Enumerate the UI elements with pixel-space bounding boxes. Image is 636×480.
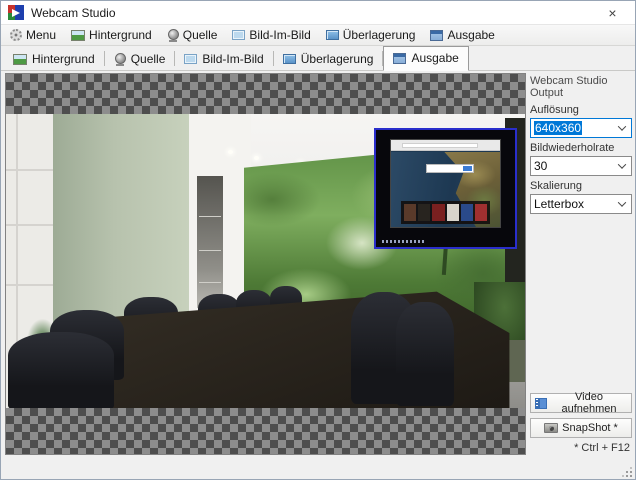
webcam-icon (167, 28, 179, 42)
tab-ausgabe-active[interactable]: Ausgabe (383, 46, 469, 71)
picture-in-picture-icon (232, 30, 246, 40)
record-video-label: Video aufnehmen (561, 391, 617, 415)
chevron-down-icon[interactable] (617, 198, 627, 207)
scaling-label: Skalierung (530, 180, 582, 192)
pip-overlay[interactable] (374, 128, 517, 249)
scene-chair (396, 302, 454, 406)
app-window: Webcam Studio × Menu Hintergrund Quelle … (0, 0, 636, 480)
gear-icon (10, 29, 22, 41)
tab-quelle[interactable]: Quelle (105, 48, 175, 70)
panel-title: Webcam Studio Output (530, 75, 608, 99)
tab-bild-im-bild[interactable]: Bild-Im-Bild (175, 48, 272, 70)
resolution-value: 640x360 (534, 121, 583, 135)
tabbar: Hintergrund Quelle Bild-Im-Bild Überlage… (1, 46, 635, 71)
main-area: Webcam Studio Output Auflösung 640x360 B… (1, 71, 635, 479)
pip-tile-row (400, 201, 491, 224)
menu-item-ueberlagerung[interactable]: Überlagerung (325, 28, 416, 42)
menu-item-label: Quelle (182, 28, 218, 42)
background-image-icon (13, 53, 27, 65)
scaling-combobox[interactable]: Letterbox (530, 194, 632, 214)
pip-search-box (425, 164, 474, 173)
scene-ceiling-light (254, 156, 259, 160)
tab-label: Quelle (130, 52, 166, 66)
background-image-icon (71, 29, 86, 41)
output-window-icon (393, 52, 407, 64)
framerate-value: 30 (534, 159, 548, 173)
hotkey-note: * Ctrl + F12 (574, 442, 630, 454)
webcam-icon (114, 52, 126, 66)
resize-grip[interactable] (620, 465, 632, 477)
pip-browser-screen (390, 139, 501, 228)
output-panel: Webcam Studio Output Auflösung 640x360 B… (530, 73, 632, 477)
tab-label: Bild-Im-Bild (202, 52, 264, 66)
chevron-down-icon[interactable] (617, 160, 627, 169)
tab-hintergrund[interactable]: Hintergrund (4, 48, 104, 70)
menu-item-menu[interactable]: Menu (10, 28, 56, 42)
framerate-label: Bildwiederholrate (530, 142, 615, 154)
menu-item-label: Menu (26, 28, 57, 42)
output-window-icon (430, 29, 444, 41)
scene-chair (8, 332, 114, 410)
app-logo-icon (8, 5, 24, 20)
pip-browser-urlbar (401, 143, 479, 148)
menu-item-quelle[interactable]: Quelle (167, 28, 218, 42)
close-button[interactable]: × (590, 1, 635, 24)
preview-canvas[interactable] (5, 73, 526, 455)
snapshot-label: SnapShot * (562, 422, 618, 434)
video-icon (535, 397, 547, 409)
overlay-monitor-icon (282, 54, 296, 64)
scene-ceiling-light (228, 150, 233, 154)
record-video-button[interactable]: Video aufnehmen (530, 391, 632, 415)
pip-browser-toolbar (391, 140, 500, 151)
scaling-value: Letterbox (534, 197, 585, 211)
picture-in-picture-icon (184, 54, 198, 64)
menu-item-bild-im-bild[interactable]: Bild-Im-Bild (232, 28, 311, 42)
titlebar: Webcam Studio × (1, 1, 635, 24)
snapshot-button[interactable]: SnapShot * (530, 418, 632, 438)
tab-label: Ausgabe (411, 51, 459, 65)
chevron-down-icon[interactable] (617, 122, 627, 131)
tab-label: Hintergrund (32, 52, 95, 66)
menu-item-label: Ausgabe (447, 28, 495, 42)
menu-item-ausgabe[interactable]: Ausgabe (430, 28, 495, 42)
framerate-combobox[interactable]: 30 (530, 156, 632, 176)
scene-shelf-niche (197, 176, 223, 308)
camera-icon (544, 423, 559, 433)
tab-ueberlagerung[interactable]: Überlagerung (274, 48, 383, 70)
menu-item-label: Überlagerung (342, 28, 416, 42)
menu-item-label: Bild-Im-Bild (249, 28, 311, 42)
menu-item-label: Hintergrund (89, 28, 152, 42)
letterbox-checker-top (6, 74, 525, 114)
window-title: Webcam Studio (31, 5, 116, 20)
overlay-monitor-icon (325, 30, 339, 40)
tab-label: Überlagerung (300, 52, 374, 66)
menubar: Menu Hintergrund Quelle Bild-Im-Bild Übe… (1, 24, 635, 46)
resolution-label: Auflösung (530, 104, 579, 116)
letterbox-checker-bottom (6, 408, 525, 454)
resolution-combobox[interactable]: 640x360 (530, 118, 632, 138)
menu-item-hintergrund[interactable]: Hintergrund (71, 28, 152, 42)
pip-browser-content (391, 152, 500, 227)
pip-caption-text (382, 240, 426, 243)
